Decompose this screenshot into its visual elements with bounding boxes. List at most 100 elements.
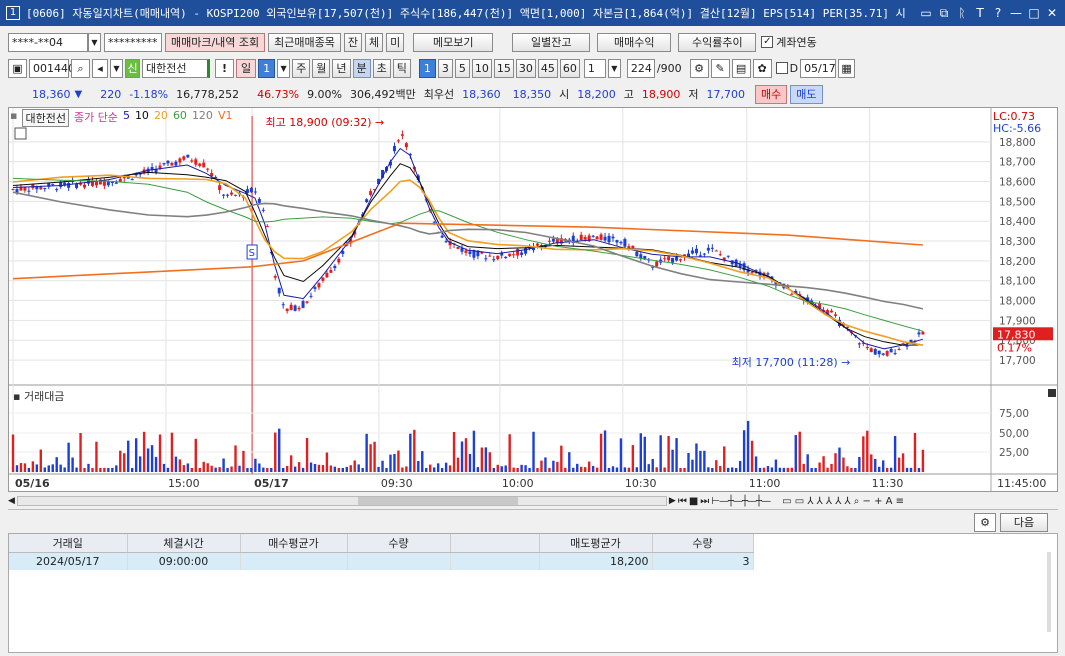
memo-button[interactable]: 메모보기 [413,32,494,52]
period-second-button[interactable]: 초 [372,58,391,78]
close-icon[interactable]: ✕ [1045,5,1059,21]
period-minute-button[interactable]: 분 [352,58,371,78]
interval-dropdown-icon[interactable]: ▼ [607,58,621,78]
trade-profit-button[interactable]: 매매수익 [597,32,672,52]
alert-icon[interactable]: ! [215,58,234,78]
daily-balance-button[interactable]: 일별잔고 [512,32,591,52]
volume-bar [576,463,579,472]
volume-bar [111,467,114,472]
unfilled-button[interactable]: 미 [386,32,405,52]
account-link-checkbox[interactable]: ✓ [761,36,774,48]
period-day-dropdown-icon[interactable]: ▼ [277,58,291,78]
minute-30-button[interactable]: 30 [515,58,536,78]
price-chart[interactable]: 18,800 18,700 18,600 18,500 18,400 18,300 18,2… [9,108,1057,491]
bar-count-input[interactable]: 224 [626,58,655,78]
zoom-slider[interactable]: ⊢—┼—┼—┼— [711,496,771,507]
chart-scrollbar[interactable] [16,496,667,506]
volume-bar [719,466,722,472]
candle-body [15,189,19,193]
period-year-button[interactable]: 년 [332,58,351,78]
tools-icon[interactable]: ✎ [710,58,730,78]
volume-bar [580,466,583,472]
volume-bar [679,467,682,472]
date-checkbox[interactable] [775,62,788,74]
chart-type-icon[interactable]: ▣ [8,58,27,78]
table-row[interactable]: 2024/05/17 09:00:00 18,200 3 [9,552,754,570]
minute-60-button[interactable]: 60 [559,58,580,78]
help-icon[interactable]: ? [991,5,1005,21]
balance-button[interactable]: 잔 [343,32,363,52]
volume-bar [838,447,841,472]
candle-body [508,253,512,257]
scroll-left-icon[interactable]: ◀ [8,496,15,506]
search-icon[interactable]: ⌕ [71,58,90,78]
candle-body [488,255,492,257]
trade-marks-button[interactable]: 매매마크/내역 조회 [165,32,266,52]
account-input[interactable]: ****-**04 [8,32,88,52]
minute-5-button[interactable]: 5 [454,58,470,78]
grid-settings-icon[interactable]: ⚙ [974,513,996,532]
volume-bar [564,467,567,472]
profit-trend-button[interactable]: 수익률추이 [678,32,757,52]
sound-dropdown-icon[interactable]: ▼ [110,58,123,78]
scroll-right-icon[interactable]: ▶ [669,496,676,506]
minute-1-button[interactable]: 1 [418,58,436,78]
chart-icons-group[interactable]: ▭ ▭ ⅄ ⅄ ⅄ ⅄ ⅄ ⌕ − + A ≡ [782,496,904,507]
period-tick-button[interactable]: 틱 [392,58,411,78]
grid-scrollbar[interactable] [1047,552,1051,632]
minute-10-button[interactable]: 10 [471,58,492,78]
period-day-count[interactable]: 1 [258,58,276,78]
executed-button[interactable]: 체 [365,32,384,52]
candle-body [484,258,488,260]
next-button[interactable]: 다음 [1000,513,1048,532]
high-price: 18,900 [641,87,681,101]
volume-bar [321,465,325,472]
font-icon[interactable]: T [973,5,987,21]
volume-bar [854,467,857,472]
stock-code-input[interactable]: 001440 [29,58,75,78]
account-dropdown-icon[interactable]: ▼ [88,32,101,52]
candle-body [182,156,186,160]
stock-name-field[interactable]: 대한전선 [142,58,210,78]
account-toolbar: ****-**04 ▼ ********* 매매마크/내역 조회 최근매매종목 … [0,30,1065,54]
calendar-icon[interactable]: ▦ [838,58,856,78]
save-icon[interactable]: ▤ [731,58,751,78]
minute-45-button[interactable]: 45 [537,58,558,78]
password-input[interactable]: ********* [104,32,162,52]
interval-select[interactable]: 1 [583,58,606,78]
settings-icon[interactable]: ✿ [752,58,772,78]
scroll-thumb[interactable] [357,497,518,505]
chart-stock-name[interactable]: 대한전선 [22,109,69,127]
indicator-icon[interactable]: ⚙ [689,58,709,78]
volume-bar [544,457,547,472]
stop-icon[interactable]: ■ [689,496,698,507]
sell-button[interactable]: 매도 [790,84,823,104]
low-label: 저 [688,88,699,101]
minute-15-button[interactable]: 15 [493,58,514,78]
buy-button[interactable]: 매수 [755,84,788,104]
first-icon[interactable]: ⏮ [678,496,687,507]
date-input[interactable]: 05/17 [800,58,837,78]
maximize-icon[interactable]: □ [1027,5,1041,21]
volume-bar [738,460,742,472]
candle-body [520,252,524,255]
pin-icon[interactable]: ᚱ [955,5,969,21]
candle-body [110,182,114,184]
volume-bar [874,458,877,472]
minimize-icon[interactable]: — [1009,5,1023,21]
chart-area[interactable]: 18,800 18,700 18,600 18,500 18,400 18,300 18,2… [8,107,1058,492]
volume-bar [190,467,194,472]
period-week-button[interactable]: 주 [292,58,311,78]
minute-3-button[interactable]: 3 [437,58,453,78]
sound-icon[interactable]: ◂ [92,58,108,78]
candle-body [273,275,277,278]
recent-trades-button[interactable]: 최근매매종목 [268,32,341,52]
link-window-icon[interactable]: ⧉ [937,5,951,21]
candle-body [11,188,15,190]
restore-layout-icon[interactable]: ▭ [919,5,933,21]
last-icon[interactable]: ⏭ [700,496,709,507]
volume-bar [496,464,499,472]
volume-bar [703,450,706,472]
period-month-button[interactable]: 월 [312,58,331,78]
period-day-button[interactable]: 일 [236,58,257,78]
